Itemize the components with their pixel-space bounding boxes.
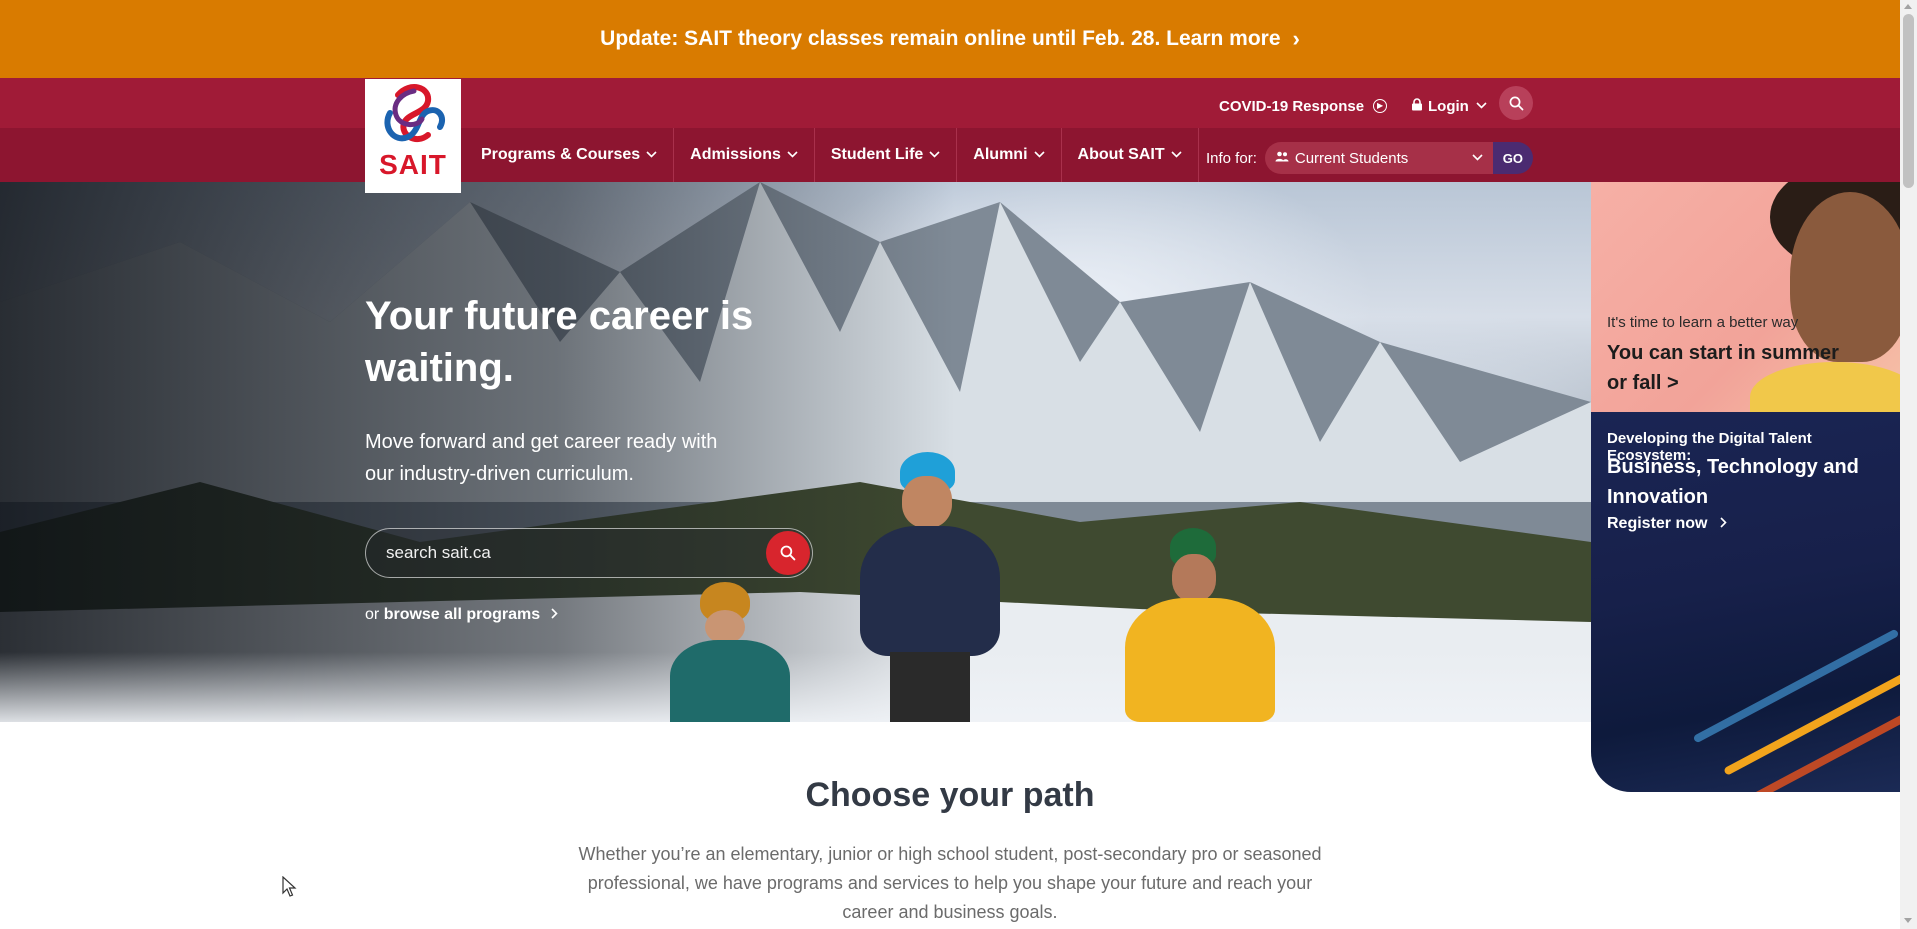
register-now-label: Register now xyxy=(1607,515,1708,532)
browse-all-programs-link[interactable]: browse all programs xyxy=(384,606,541,623)
promo1-kicker: It's time to learn a better way xyxy=(1607,314,1799,331)
register-now-link[interactable]: Register now xyxy=(1607,515,1727,533)
hero-lead: Move forward and get career ready with o… xyxy=(365,431,718,485)
scroll-down-icon[interactable] xyxy=(1904,918,1912,923)
scroll-up-icon[interactable] xyxy=(1904,4,1912,9)
light-streak xyxy=(1692,628,1900,744)
audience-select[interactable]: Current Students xyxy=(1264,142,1493,174)
chevron-down-icon xyxy=(1476,100,1487,112)
nav-item-label: Admissions xyxy=(690,146,781,163)
header-utility-strip xyxy=(0,78,1900,128)
covid-response-label: COVID-19 Response xyxy=(1219,97,1365,115)
chevron-down-icon xyxy=(1033,149,1045,161)
hero-headline: Your future career is waiting. xyxy=(365,294,754,390)
mouse-cursor-icon xyxy=(282,876,297,897)
nav-item-admissions[interactable]: Admissions xyxy=(674,128,815,182)
chevron-right-icon: › xyxy=(1292,26,1300,51)
chevron-down-icon xyxy=(646,149,657,161)
hiker-left xyxy=(650,582,810,722)
nav-item-label: Programs & Courses xyxy=(481,146,641,163)
browse-prefix: or xyxy=(365,606,380,623)
login-menu[interactable]: Login xyxy=(1411,92,1487,120)
chevron-down-icon xyxy=(929,149,940,161)
hero-search xyxy=(365,528,813,578)
chevron-down-icon xyxy=(787,149,798,161)
hero-search-input[interactable] xyxy=(366,543,746,563)
section-title: Choose your path xyxy=(805,776,1095,814)
search-icon xyxy=(1509,96,1523,110)
promo-photo-face xyxy=(1790,192,1900,362)
chevron-down-icon xyxy=(1472,152,1483,164)
promo2-title: Business, Technology and Innovation xyxy=(1607,456,1859,508)
promo1-title[interactable]: You can start in summer or fall > xyxy=(1607,338,1847,398)
header-search-button[interactable] xyxy=(1499,86,1533,120)
promo-start-summer-fall[interactable]: It's time to learn a better way You can … xyxy=(1591,182,1900,412)
nav-item-about[interactable]: About SAIT xyxy=(1062,128,1199,182)
go-button[interactable]: GO xyxy=(1492,142,1533,174)
alert-text[interactable]: Update: SAIT theory classes remain onlin… xyxy=(600,27,1280,51)
hiker-center xyxy=(850,452,1030,722)
chevron-right-icon xyxy=(1720,515,1727,532)
promo-digital-talent[interactable]: Developing the Digital Talent Ecosystem:… xyxy=(1591,412,1900,792)
sait-logo[interactable]: SAIT xyxy=(365,79,461,193)
alert-banner[interactable]: Update: SAIT theory classes remain onlin… xyxy=(0,0,1900,78)
hiker-right xyxy=(1110,528,1290,722)
nav-item-label: About SAIT xyxy=(1077,146,1165,163)
users-icon xyxy=(1275,151,1289,165)
nav-item-label: Alumni xyxy=(973,146,1028,163)
info-for-selector: Info for: Current Students GO xyxy=(1206,142,1533,174)
lock-icon xyxy=(1411,98,1423,114)
nav-item-alumni[interactable]: Alumni xyxy=(957,128,1062,182)
nav-item-programs[interactable]: Programs & Courses xyxy=(465,128,675,182)
search-icon xyxy=(780,545,796,561)
hero-search-button[interactable] xyxy=(766,531,810,575)
logo-text: SAIT xyxy=(379,149,447,180)
info-for-label: Info for: xyxy=(1206,149,1257,167)
circle-arrow-icon: ▶ xyxy=(1373,99,1388,113)
scrollbar-thumb[interactable] xyxy=(1903,14,1914,188)
covid-response-link[interactable]: COVID-19 Response ▶ xyxy=(1219,92,1388,120)
browse-programs: or browse all programs xyxy=(365,606,558,624)
page-scrollbar[interactable] xyxy=(1900,0,1917,929)
sait-knot-icon xyxy=(384,84,446,143)
chevron-right-icon xyxy=(551,606,558,623)
audience-selected-value: Current Students xyxy=(1294,149,1409,167)
login-label: Login xyxy=(1428,97,1469,115)
section-body: Whether you’re an elementary, junior or … xyxy=(578,844,1322,922)
nav-item-label: Student Life xyxy=(830,146,924,163)
hero-banner: Your future career is waiting. Move forw… xyxy=(0,182,1591,722)
chevron-down-icon xyxy=(1171,149,1182,161)
nav-item-student-life[interactable]: Student Life xyxy=(815,128,958,182)
main-nav: Programs & Courses Admissions Student Li… xyxy=(465,128,1199,182)
